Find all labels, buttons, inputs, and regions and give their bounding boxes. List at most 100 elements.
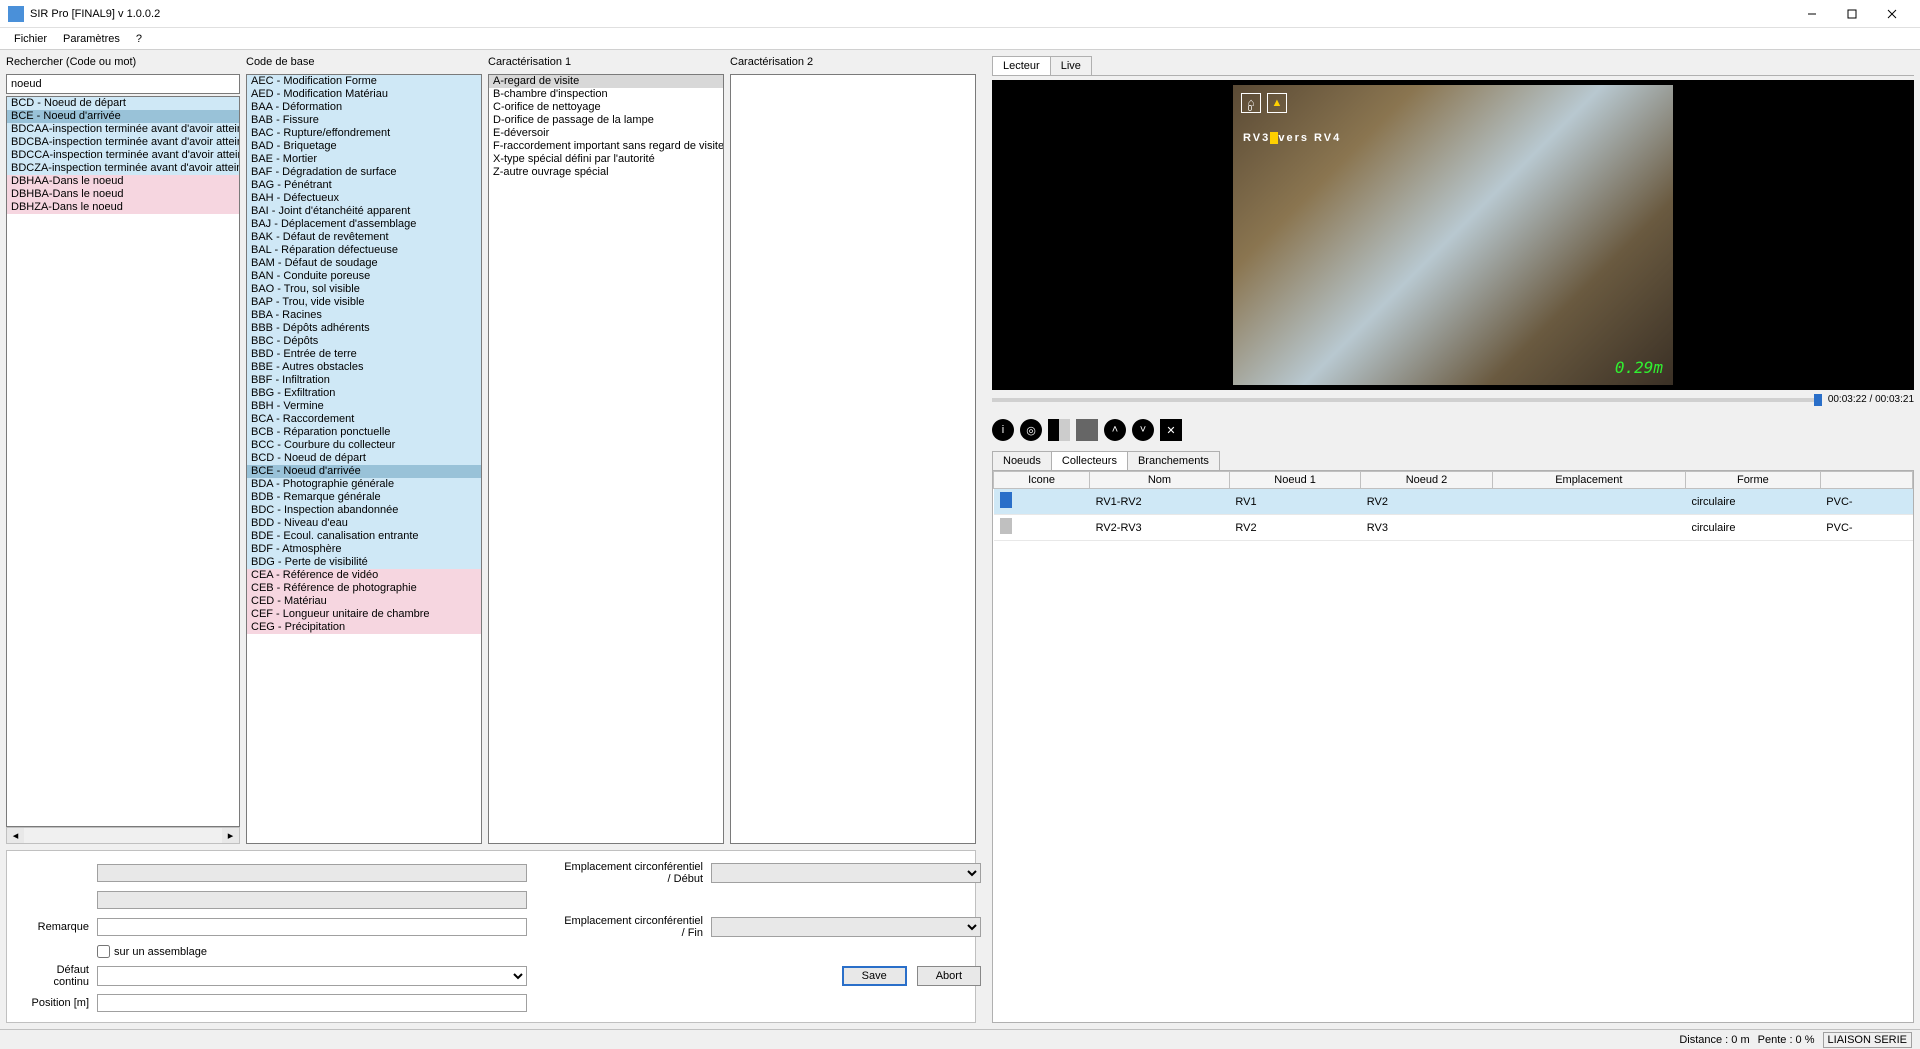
table-header[interactable]: Noeud 1 — [1229, 472, 1360, 489]
info-icon[interactable]: i — [992, 419, 1014, 441]
code-item[interactable]: BAE - Mortier — [247, 153, 481, 166]
up-icon[interactable]: ˄ — [1104, 419, 1126, 441]
code-item[interactable]: BAI - Joint d'étanchéité apparent — [247, 205, 481, 218]
maximize-button[interactable] — [1832, 0, 1872, 28]
defaut-select[interactable] — [97, 966, 527, 986]
circ-debut-select[interactable] — [711, 863, 981, 883]
carac1-list[interactable]: A-regard de visiteB-chambre d'inspection… — [488, 74, 724, 844]
field-2[interactable] — [97, 891, 527, 909]
code-item[interactable]: BBA - Racines — [247, 309, 481, 322]
carac1-item[interactable]: E-déversoir — [489, 127, 723, 140]
code-item[interactable]: BAM - Défaut de soudage — [247, 257, 481, 270]
code-item[interactable]: BDF - Atmosphère — [247, 543, 481, 556]
menu-fichier[interactable]: Fichier — [6, 31, 55, 47]
code-item[interactable]: BAH - Défectueux — [247, 192, 481, 205]
table-header[interactable] — [1820, 472, 1912, 489]
circ-fin-select[interactable] — [711, 917, 981, 937]
assemblage-checkbox[interactable] — [97, 945, 110, 958]
search-result-item[interactable]: BDCBA-inspection terminée avant d'avoir … — [7, 136, 239, 149]
code-item[interactable]: CED - Matériau — [247, 595, 481, 608]
search-input[interactable] — [6, 74, 240, 94]
code-item[interactable]: BDD - Niveau d'eau — [247, 517, 481, 530]
carac1-item[interactable]: Z-autre ouvrage spécial — [489, 166, 723, 179]
tab-collecteurs[interactable]: Collecteurs — [1051, 451, 1128, 470]
code-item[interactable]: BAK - Défaut de revêtement — [247, 231, 481, 244]
search-result-item[interactable]: BDCAA-inspection terminée avant d'avoir … — [7, 123, 239, 136]
code-item[interactable]: BCE - Noeud d'arrivée — [247, 465, 481, 478]
split-icon[interactable] — [1048, 419, 1070, 441]
target-icon[interactable]: ◎ — [1020, 419, 1042, 441]
search-result-item[interactable]: BDCCA-inspection terminée avant d'avoir … — [7, 149, 239, 162]
code-item[interactable]: AED - Modification Matériau — [247, 88, 481, 101]
search-result-item[interactable]: BDCZA-inspection terminée avant d'avoir … — [7, 162, 239, 175]
table-header[interactable]: Forme — [1685, 472, 1820, 489]
code-item[interactable]: BAL - Réparation défectueuse — [247, 244, 481, 257]
code-item[interactable]: BDA - Photographie générale — [247, 478, 481, 491]
code-item[interactable]: BCD - Noeud de départ — [247, 452, 481, 465]
code-item[interactable]: BBH - Vermine — [247, 400, 481, 413]
code-item[interactable]: BBG - Exfiltration — [247, 387, 481, 400]
timeline[interactable]: 00:03:22 / 00:03:21 — [992, 394, 1914, 405]
codes-list[interactable]: AEC - Modification FormeAED - Modificati… — [246, 74, 482, 844]
remarque-field[interactable] — [97, 918, 527, 936]
code-item[interactable]: BAC - Rupture/effondrement — [247, 127, 481, 140]
code-item[interactable]: BAP - Trou, vide visible — [247, 296, 481, 309]
code-item[interactable]: BBF - Infiltration — [247, 374, 481, 387]
video-player[interactable]: ⌂0 ▲ RV3_vers RV4 0.29m — [992, 80, 1914, 390]
search-results-list[interactable]: BCD - Noeud de départBCE - Noeud d'arriv… — [6, 96, 240, 827]
down-icon[interactable]: ˅ — [1132, 419, 1154, 441]
code-item[interactable]: BAF - Dégradation de surface — [247, 166, 481, 179]
table-header[interactable]: Nom — [1090, 472, 1230, 489]
abort-button[interactable]: Abort — [917, 966, 981, 986]
close-button[interactable] — [1872, 0, 1912, 28]
code-item[interactable]: BDE - Ecoul. canalisation entrante — [247, 530, 481, 543]
code-item[interactable]: BAB - Fissure — [247, 114, 481, 127]
search-hscroll[interactable]: ◂▸ — [6, 827, 240, 844]
code-item[interactable]: BBB - Dépôts adhérents — [247, 322, 481, 335]
table-row[interactable]: RV1-RV2RV1RV2circulairePVC- — [994, 489, 1913, 515]
search-result-item[interactable]: BCE - Noeud d'arrivée — [7, 110, 239, 123]
menu-help[interactable]: ? — [128, 31, 150, 47]
carac1-item[interactable]: B-chambre d'inspection — [489, 88, 723, 101]
code-item[interactable]: CEA - Référence de vidéo — [247, 569, 481, 582]
code-item[interactable]: AEC - Modification Forme — [247, 75, 481, 88]
save-button[interactable]: Save — [842, 966, 907, 986]
tab-noeuds[interactable]: Noeuds — [992, 451, 1052, 470]
search-result-item[interactable]: DBHZA-Dans le noeud — [7, 201, 239, 214]
tab-branchements[interactable]: Branchements — [1127, 451, 1220, 470]
collecteurs-table-wrap[interactable]: IconeNomNoeud 1Noeud 2EmplacementForme R… — [992, 470, 1914, 1023]
carac2-list[interactable] — [730, 74, 976, 844]
carac1-item[interactable]: X-type spécial défini par l'autorité — [489, 153, 723, 166]
tab-lecteur[interactable]: Lecteur — [992, 56, 1051, 75]
code-item[interactable]: BAG - Pénétrant — [247, 179, 481, 192]
code-item[interactable]: BAA - Déformation — [247, 101, 481, 114]
menu-parametres[interactable]: Paramètres — [55, 31, 128, 47]
position-field[interactable] — [97, 994, 527, 1012]
tab-live[interactable]: Live — [1050, 56, 1092, 75]
carac1-item[interactable]: F-raccordement important sans regard de … — [489, 140, 723, 153]
code-item[interactable]: BAN - Conduite poreuse — [247, 270, 481, 283]
table-header[interactable]: Emplacement — [1492, 472, 1685, 489]
code-item[interactable]: BAJ - Déplacement d'assemblage — [247, 218, 481, 231]
field-1[interactable] — [97, 864, 527, 882]
table-header[interactable]: Icone — [994, 472, 1090, 489]
code-item[interactable]: BDC - Inspection abandonnée — [247, 504, 481, 517]
minimize-button[interactable] — [1792, 0, 1832, 28]
code-item[interactable]: BAO - Trou, sol visible — [247, 283, 481, 296]
search-result-item[interactable]: DBHAA-Dans le noeud — [7, 175, 239, 188]
code-item[interactable]: BCC - Courbure du collecteur — [247, 439, 481, 452]
code-item[interactable]: BCA - Raccordement — [247, 413, 481, 426]
code-item[interactable]: BDB - Remarque générale — [247, 491, 481, 504]
code-item[interactable]: BCB - Réparation ponctuelle — [247, 426, 481, 439]
search-result-item[interactable]: DBHBA-Dans le noeud — [7, 188, 239, 201]
code-item[interactable]: BDG - Perte de visibilité — [247, 556, 481, 569]
carac1-item[interactable]: A-regard de visite — [489, 75, 723, 88]
carac1-item[interactable]: C-orifice de nettoyage — [489, 101, 723, 114]
search-result-item[interactable]: BCD - Noeud de départ — [7, 97, 239, 110]
carac1-item[interactable]: D-orifice de passage de la lampe — [489, 114, 723, 127]
code-item[interactable]: BBD - Entrée de terre — [247, 348, 481, 361]
code-item[interactable]: CEF - Longueur unitaire de chambre — [247, 608, 481, 621]
delete-icon[interactable]: ✕ — [1160, 419, 1182, 441]
code-item[interactable]: BAD - Briquetage — [247, 140, 481, 153]
code-item[interactable]: CEB - Référence de photographie — [247, 582, 481, 595]
